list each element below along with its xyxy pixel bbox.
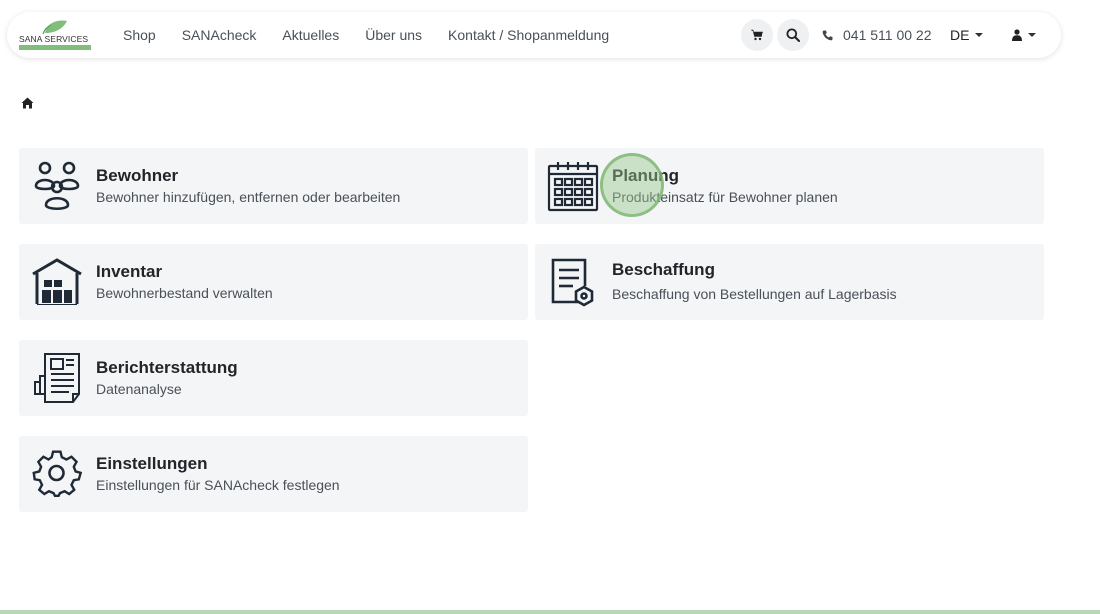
user-menu[interactable]	[1012, 12, 1036, 58]
phone-number: 041 511 00 22	[843, 27, 932, 43]
footer-divider	[0, 610, 1100, 614]
language-label: DE	[950, 27, 970, 43]
search-button[interactable]	[777, 19, 809, 51]
card-bewohner[interactable]: Bewohner Bewohner hinzufügen, entfernen …	[19, 148, 528, 224]
nav-ueber-uns[interactable]: Über uns	[365, 27, 422, 43]
card-inventar[interactable]: Inventar Bewohnerbestand verwalten	[19, 244, 528, 320]
nav-shop[interactable]: Shop	[123, 27, 156, 43]
procurement-icon	[551, 258, 594, 307]
cart-icon	[751, 29, 763, 41]
leaf-logo-icon	[42, 20, 67, 35]
logo-bar	[19, 45, 91, 50]
gear-icon	[32, 450, 83, 498]
search-icon	[786, 28, 800, 42]
card-planung[interactable]: Planung Produkteinsatz für Bewohner plan…	[535, 148, 1044, 224]
logo-text: SANA SERVICES	[19, 34, 89, 44]
phone-icon	[822, 30, 833, 40]
chevron-down-icon	[975, 33, 984, 37]
card-berichterstattung[interactable]: Berichterstattung Datenanalyse	[19, 340, 528, 416]
card-title: Einstellungen	[96, 454, 208, 473]
warehouse-icon	[32, 258, 82, 305]
nav-aktuelles[interactable]: Aktuelles	[282, 27, 339, 43]
residents-icon	[34, 161, 80, 211]
logo[interactable]: SANA SERVICES	[19, 18, 93, 52]
card-beschaffung[interactable]: Beschaffung Beschaffung von Bestellungen…	[535, 244, 1044, 320]
card-description: Bewohner hinzufügen, entfernen oder bear…	[96, 189, 401, 205]
phone-link[interactable]: 041 511 00 22	[822, 12, 932, 58]
nav-kontakt[interactable]: Kontakt / Shopanmeldung	[448, 27, 609, 43]
main-nav: Shop SANAcheck Aktuelles Über uns Kontak…	[123, 12, 635, 58]
card-einstellungen[interactable]: Einstellungen Einstellungen für SANAchec…	[19, 436, 528, 512]
report-icon	[34, 353, 80, 403]
card-title: Bewohner	[96, 166, 179, 185]
card-description: Einstellungen für SANAcheck festlegen	[96, 477, 340, 493]
top-navbar: SANA SERVICES Shop SANAcheck Aktuelles Ü…	[7, 12, 1061, 58]
chevron-down-icon	[1028, 33, 1036, 37]
card-description: Beschaffung von Bestellungen auf Lagerba…	[612, 286, 897, 302]
language-dropdown[interactable]: DE	[950, 12, 984, 58]
card-title: Beschaffung	[612, 260, 715, 279]
card-description: Produkteinsatz für Bewohner planen	[612, 189, 838, 205]
card-title: Planung	[612, 166, 680, 185]
calendar-icon	[547, 162, 599, 212]
card-title: Inventar	[96, 262, 163, 281]
user-icon	[1012, 29, 1022, 41]
card-description: Datenanalyse	[96, 381, 182, 397]
nav-sanacheck[interactable]: SANAcheck	[182, 27, 257, 43]
card-description: Bewohnerbestand verwalten	[96, 285, 273, 301]
home-icon[interactable]	[21, 97, 34, 109]
cart-button[interactable]	[741, 19, 773, 51]
card-title: Berichterstattung	[96, 358, 238, 377]
